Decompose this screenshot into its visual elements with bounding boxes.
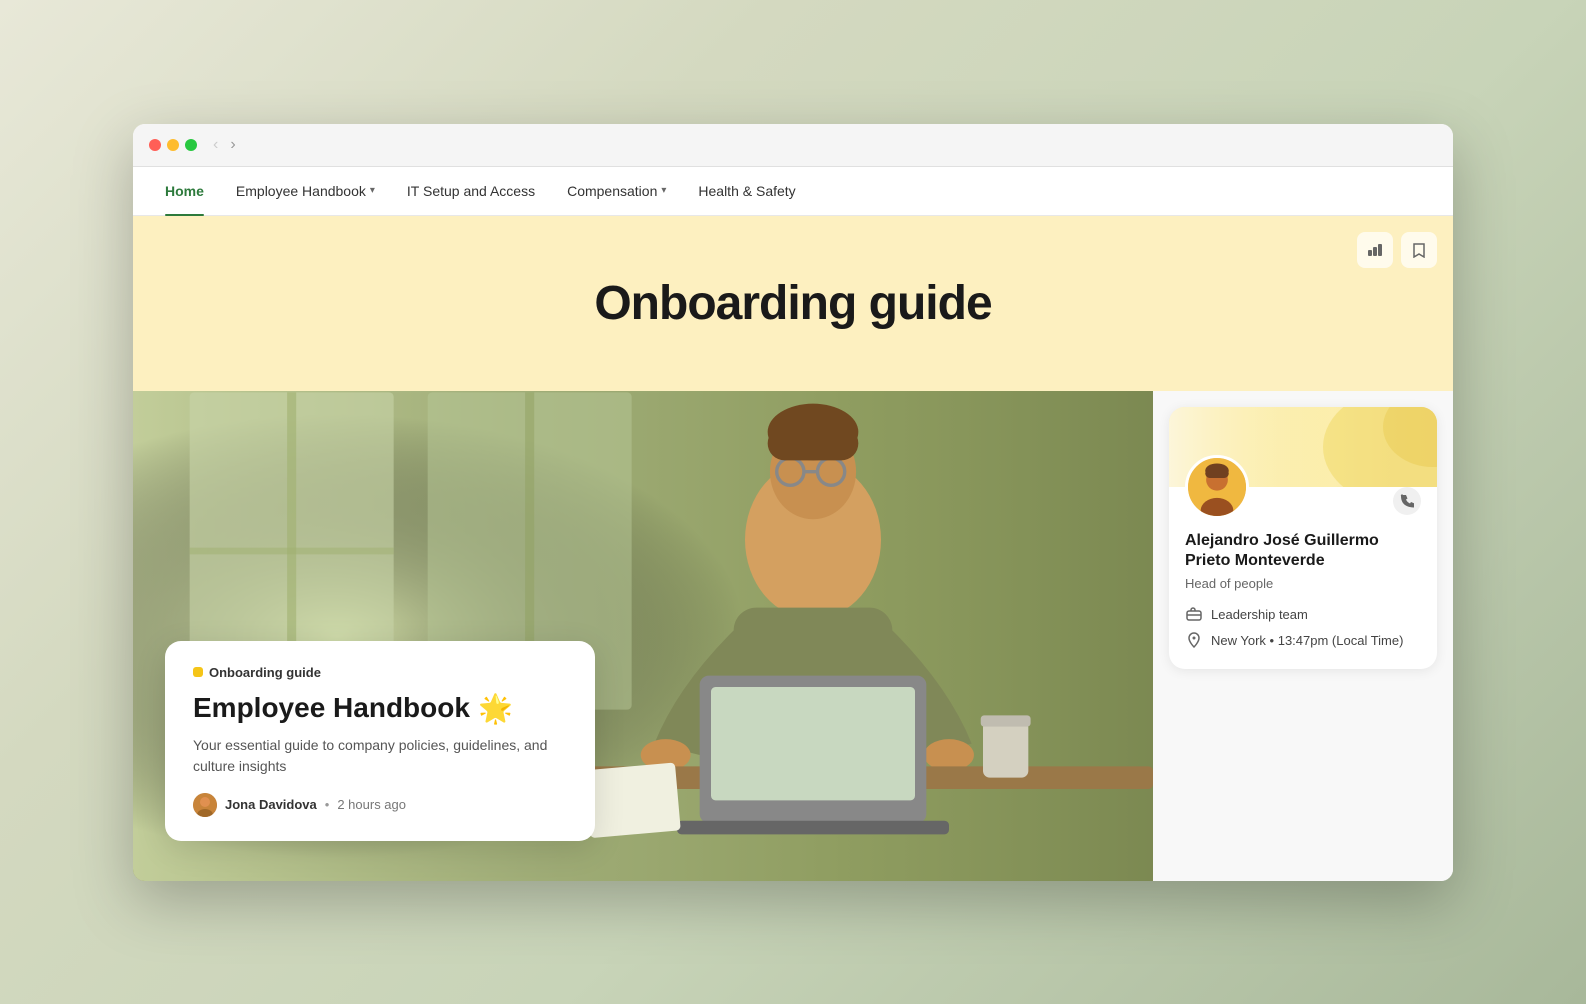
nav-item-employee-handbook[interactable]: Employee Handbook ▾: [236, 167, 375, 215]
hero-image: Onboarding guide Employee Handbook 🌟 You…: [133, 391, 1153, 881]
profile-role: Head of people: [1185, 576, 1421, 591]
close-button[interactable]: [149, 139, 161, 151]
profile-meta: Leadership team New York: [1185, 605, 1421, 649]
profile-avatar-image: [1188, 455, 1246, 519]
sidebar: Alejandro José Guillermo Prieto Montever…: [1153, 391, 1453, 881]
main-nav: Home Employee Handbook ▾ IT Setup and Ac…: [133, 167, 1453, 216]
analytics-button[interactable]: [1357, 232, 1393, 268]
nav-item-compensation[interactable]: Compensation ▾: [567, 167, 666, 215]
content-area: Onboarding guide Employee Handbook 🌟 You…: [133, 391, 1453, 881]
separator: •: [325, 797, 330, 812]
author-name: Jona Davidova: [225, 797, 317, 812]
location-label: New York • 13:47pm (Local Time): [1211, 633, 1403, 648]
nav-item-it-setup[interactable]: IT Setup and Access: [407, 167, 535, 215]
hero-banner: Onboarding guide: [133, 216, 1453, 391]
chart-icon: [1367, 242, 1383, 258]
profile-body: Alejandro José Guillermo Prieto Montever…: [1169, 487, 1437, 670]
main-content: Onboarding guide Employee Handbook 🌟 You…: [133, 391, 1153, 881]
location-row: New York • 13:47pm (Local Time): [1185, 631, 1421, 649]
bookmark-icon: [1412, 242, 1426, 258]
time-separator: •: [1270, 633, 1278, 648]
card-title: Employee Handbook 🌟: [193, 692, 567, 725]
profile-name: Alejandro José Guillermo Prieto Montever…: [1185, 531, 1421, 573]
time-ago: 2 hours ago: [337, 797, 406, 812]
nav-item-health-safety[interactable]: Health & Safety: [698, 167, 795, 215]
nav-item-home[interactable]: Home: [165, 167, 204, 215]
card-breadcrumb: Onboarding guide: [193, 665, 567, 680]
browser-chrome: ‹ ›: [133, 124, 1453, 167]
minimize-button[interactable]: [167, 139, 179, 151]
team-row: Leadership team: [1185, 605, 1421, 623]
chevron-down-icon: ▾: [661, 185, 666, 196]
briefcase-icon: [1185, 605, 1203, 623]
location-icon: [1185, 631, 1203, 649]
article-card[interactable]: Onboarding guide Employee Handbook 🌟 You…: [165, 641, 595, 841]
card-author: Jona Davidova • 2 hours ago: [193, 793, 567, 817]
avatar: [1185, 455, 1249, 519]
avatar: [193, 793, 217, 817]
hero-actions: [1357, 232, 1437, 268]
card-description: Your essential guide to company policies…: [193, 735, 567, 777]
title-emoji: 🌟: [478, 692, 513, 725]
phone-button[interactable]: [1393, 487, 1421, 515]
breadcrumb-dot: [193, 667, 203, 677]
hero-title: Onboarding guide: [173, 276, 1413, 331]
profile-card: Alejandro José Guillermo Prieto Montever…: [1169, 407, 1437, 670]
back-button[interactable]: ‹: [209, 134, 222, 156]
team-label: Leadership team: [1211, 607, 1308, 622]
avatar-image: [193, 793, 217, 817]
traffic-lights: [149, 139, 197, 151]
maximize-button[interactable]: [185, 139, 197, 151]
forward-button[interactable]: ›: [226, 134, 239, 156]
browser-window: ‹ › Home Employee Handbook ▾ IT Setup an…: [133, 124, 1453, 881]
browser-nav-arrows: ‹ ›: [209, 134, 240, 156]
chevron-down-icon: ▾: [370, 185, 375, 196]
bookmark-button[interactable]: [1401, 232, 1437, 268]
